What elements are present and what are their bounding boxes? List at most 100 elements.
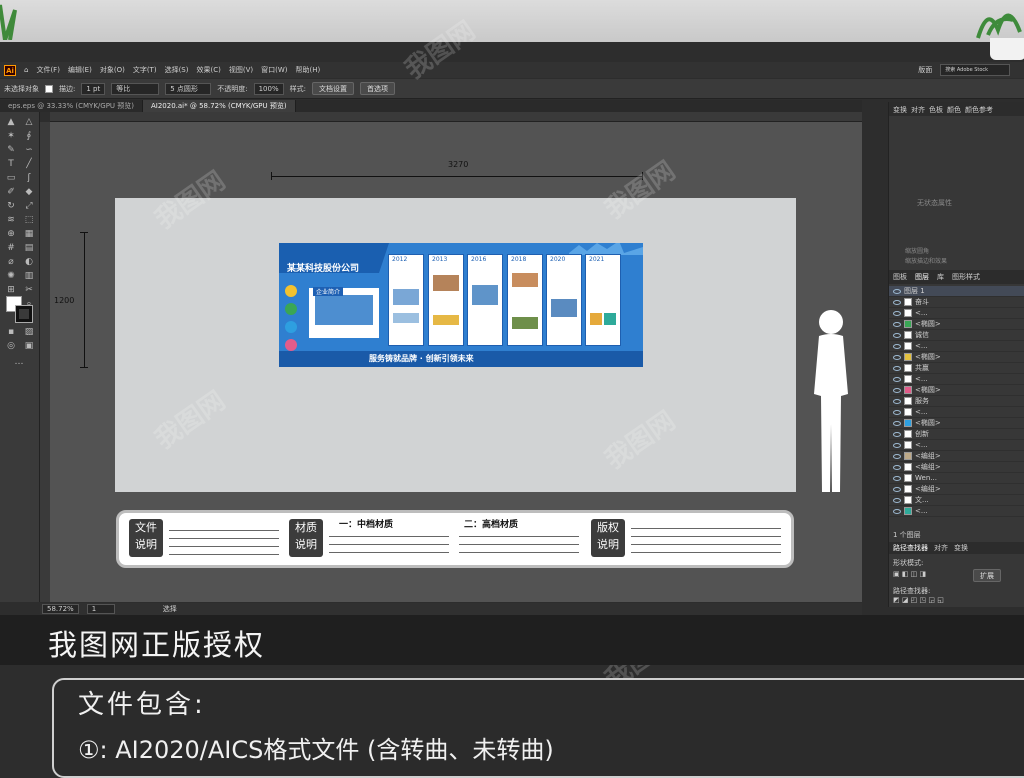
shaper-icon[interactable]: ✐ (4, 186, 18, 198)
tab-ai2020[interactable]: AI2020.ai* @ 58.72% (CMYK/GPU 预览) (143, 100, 296, 112)
color-mode-icon[interactable]: ▪ (4, 326, 18, 338)
layer-row[interactable]: <... (889, 407, 1024, 418)
layer-row[interactable]: <... (889, 506, 1024, 517)
visibility-icon[interactable] (893, 354, 901, 360)
layer-row[interactable]: 共赢 (889, 363, 1024, 374)
visibility-icon[interactable] (893, 464, 901, 470)
layer-row[interactable]: <编组> (889, 451, 1024, 462)
brush-select[interactable]: 5 点圆形 (165, 82, 212, 95)
layer-row[interactable]: 奋斗 (889, 297, 1024, 308)
line-tool-icon[interactable]: ╱ (22, 158, 36, 170)
tab-align-bottom[interactable]: 对齐 (934, 543, 948, 553)
slice-icon[interactable]: ✂ (22, 284, 36, 296)
tab-transform-bottom[interactable]: 变换 (954, 543, 968, 553)
timeline-panel[interactable]: 2016 (467, 254, 503, 346)
tab-color-guide[interactable]: 颜色参考 (965, 105, 993, 114)
menu-window[interactable]: 窗口(W) (261, 65, 287, 75)
draw-mode-icon[interactable]: ◎ (4, 340, 18, 352)
graph-icon[interactable]: ▥ (22, 270, 36, 282)
pathfinder-icons[interactable]: ◩ ◪ ◰ ◳ ◲ ◱ (893, 596, 944, 604)
layer-row[interactable]: 诚信 (889, 330, 1024, 341)
layer-row[interactable]: 服务 (889, 396, 1024, 407)
visibility-icon[interactable] (893, 497, 901, 503)
pen-tool-icon[interactable]: ✎ (4, 144, 18, 156)
layer-row[interactable]: 创新 (889, 429, 1024, 440)
visibility-icon[interactable] (893, 508, 901, 514)
layer-row[interactable]: 文... (889, 495, 1024, 506)
timeline-panel[interactable]: 2012 (388, 254, 424, 346)
visibility-icon[interactable] (893, 310, 901, 316)
screen-mode-icon[interactable]: ▣ (22, 340, 36, 352)
workspace-select[interactable]: 版面 (918, 65, 932, 75)
visibility-icon[interactable] (893, 486, 901, 492)
layer-row-top[interactable]: 图层 1 (889, 286, 1024, 297)
visibility-icon[interactable] (893, 431, 901, 437)
tab-align[interactable]: 对齐 (911, 105, 925, 114)
tab-swatches[interactable]: 色板 (929, 105, 943, 114)
width-tool-icon[interactable]: ≋ (4, 214, 18, 226)
layer-row[interactable]: <椭圆> (889, 418, 1024, 429)
eyedropper-icon[interactable]: ⌀ (4, 256, 18, 268)
visibility-icon[interactable] (893, 475, 901, 481)
gradient-mode-icon[interactable]: ▨ (22, 326, 36, 338)
eraser-icon[interactable]: ◆ (22, 186, 36, 198)
home-icon[interactable]: ⌂ (24, 66, 28, 74)
layer-row[interactable]: <... (889, 341, 1024, 352)
visibility-icon[interactable] (893, 321, 901, 327)
free-transform-icon[interactable]: ⬚ (22, 214, 36, 226)
fill-swatch[interactable] (45, 84, 53, 93)
direct-selection-tool-icon[interactable]: △ (22, 116, 36, 128)
selection-tool-icon[interactable]: ▲ (4, 116, 18, 128)
artboard-number[interactable]: 1 (86, 604, 115, 614)
visibility-icon[interactable] (893, 387, 901, 393)
tab-libraries[interactable]: 库 (937, 272, 944, 282)
layer-row[interactable]: <编组> (889, 484, 1024, 495)
curvature-icon[interactable]: ∽ (22, 144, 36, 156)
menu-select[interactable]: 选择(S) (165, 65, 189, 75)
line-style-select[interactable]: 等比 (111, 82, 160, 95)
layer-row[interactable]: <椭圆> (889, 352, 1024, 363)
tab-graphic-styles[interactable]: 图形样式 (952, 272, 980, 282)
rotate-icon[interactable]: ↻ (4, 200, 18, 212)
layer-row[interactable]: Wen... (889, 473, 1024, 484)
opacity-input[interactable]: 100% (253, 82, 284, 95)
scale-strokes-checkbox[interactable]: 缩放描边和效果 (905, 256, 947, 265)
tab-layers[interactable]: 图层 (915, 272, 929, 282)
menu-view[interactable]: 视图(V) (229, 65, 253, 75)
gradient-icon[interactable]: ▤ (22, 242, 36, 254)
visibility-icon[interactable] (893, 299, 901, 305)
visibility-icon[interactable] (893, 376, 901, 382)
artboard-icon[interactable]: ⊞ (4, 284, 18, 296)
timeline-panel[interactable]: 2021 (585, 254, 621, 346)
tab-color[interactable]: 颜色 (947, 105, 961, 114)
expand-button[interactable]: 扩展 (973, 569, 1001, 582)
layer-row[interactable]: <编组> (889, 462, 1024, 473)
menu-effect[interactable]: 效果(C) (196, 65, 220, 75)
layer-row[interactable]: <... (889, 308, 1024, 319)
timeline-panel[interactable]: 2020 (546, 254, 582, 346)
visibility-icon[interactable] (893, 365, 901, 371)
zoom-select[interactable]: 58.72% (42, 604, 79, 614)
menu-type[interactable]: 文字(T) (133, 65, 157, 75)
layer-row[interactable]: <... (889, 440, 1024, 451)
shape-mode-icons[interactable]: ▣ ◧ ◫ ◨ (893, 570, 926, 578)
preferences-button[interactable]: 首选项 (359, 82, 395, 95)
blend-icon[interactable]: ◐ (22, 256, 36, 268)
layer-row[interactable]: <椭圆> (889, 385, 1024, 396)
document-setup-button[interactable]: 文档设置 (311, 82, 354, 95)
stock-search-input[interactable]: 搜索 Adobe Stock (940, 64, 1011, 76)
lasso-icon[interactable]: ∮ (22, 130, 36, 142)
visibility-icon[interactable] (893, 453, 901, 459)
more-tools-icon[interactable]: … (12, 356, 26, 368)
symbol-sprayer-icon[interactable]: ✺ (4, 270, 18, 282)
stroke-input[interactable]: 1 pt (81, 82, 106, 95)
tab-eps[interactable]: eps.eps @ 33.33% (CMYK/GPU 预览) (0, 100, 143, 112)
magic-wand-icon[interactable]: ✶ (4, 130, 18, 142)
menu-object[interactable]: 对象(O) (100, 65, 125, 75)
menu-edit[interactable]: 编辑(E) (68, 65, 92, 75)
rectangle-tool-icon[interactable]: ▭ (4, 172, 18, 184)
layer-row[interactable]: <... (889, 374, 1024, 385)
timeline-panel[interactable]: 2013 (428, 254, 464, 346)
menu-file[interactable]: 文件(F) (36, 65, 60, 75)
visibility-icon[interactable] (893, 442, 901, 448)
